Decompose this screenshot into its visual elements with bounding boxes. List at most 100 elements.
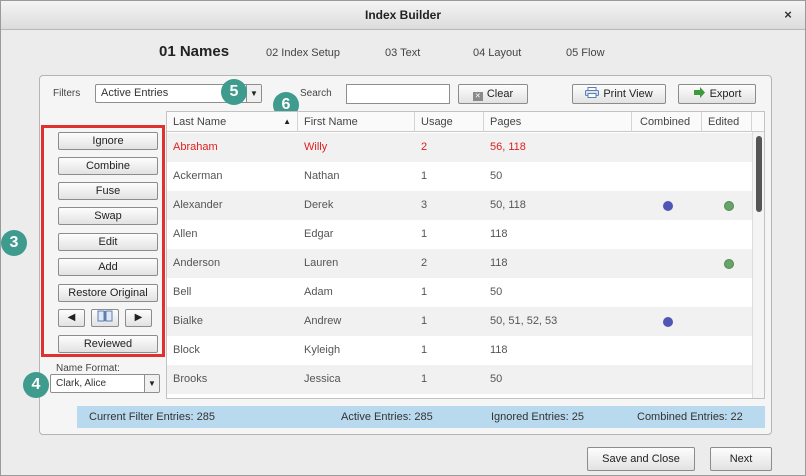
table-row[interactable]: Abraham Willy 2 56, 118 xyxy=(167,133,764,162)
callout-5: 5 xyxy=(221,79,247,105)
clear-button[interactable]: ✕ Clear xyxy=(458,84,528,104)
edited-indicator-icon xyxy=(724,259,734,269)
index-builder-window: Index Builder × 01 Names 02 Index Setup … xyxy=(0,0,806,476)
edited-indicator-icon xyxy=(724,201,734,211)
cell-usage: 1 xyxy=(421,344,428,356)
cell-first-name: Adam xyxy=(304,286,333,298)
arrow-right-icon: ▶ xyxy=(134,312,143,323)
print-view-button[interactable]: Print View xyxy=(572,84,666,104)
window-title: Index Builder xyxy=(364,8,441,22)
column-usage[interactable]: Usage xyxy=(415,112,484,132)
column-edited[interactable]: Edited xyxy=(702,112,752,132)
names-table: Last Name ▲ First Name Usage Pages Combi… xyxy=(166,111,765,399)
export-button[interactable]: Export xyxy=(678,84,756,104)
table-scrollbar[interactable] xyxy=(752,132,764,398)
cell-pages: 118 xyxy=(490,344,508,356)
book-button[interactable] xyxy=(91,309,119,327)
table-row[interactable]: Bell Adam 1 50 xyxy=(167,278,764,307)
current-filter-count: Current Filter Entries: 285 xyxy=(89,411,215,423)
cell-last-name: Ackerman xyxy=(173,170,223,182)
tab-index-setup[interactable]: 02 Index Setup xyxy=(266,43,340,63)
next-button[interactable]: Next xyxy=(710,447,772,471)
cell-pages: 50, 118 xyxy=(490,199,526,211)
table-row[interactable]: Brooks Jessica 1 50 xyxy=(167,365,764,394)
scrollbar-thumb[interactable] xyxy=(756,136,762,212)
sidebar-action-group: Ignore Combine Fuse Swap Edit Add Restor… xyxy=(41,125,165,357)
cell-last-name: Allen xyxy=(173,228,198,240)
ignore-button[interactable]: Ignore xyxy=(58,132,158,150)
column-first-name[interactable]: First Name xyxy=(298,112,415,132)
tab-flow[interactable]: 05 Flow xyxy=(566,43,605,63)
table-row[interactable]: Bialke Andrew 1 50, 51, 52, 53 xyxy=(167,307,764,336)
cell-usage: 1 xyxy=(421,228,428,240)
status-bar: Current Filter Entries: 285 Active Entri… xyxy=(77,406,765,428)
tab-text[interactable]: 03 Text xyxy=(385,43,420,63)
callout-3: 3 xyxy=(1,230,27,256)
edit-button[interactable]: Edit xyxy=(58,233,158,251)
cell-first-name: Willy xyxy=(304,141,328,153)
search-input[interactable] xyxy=(346,84,450,104)
cell-pages: 56, 118 xyxy=(490,141,526,153)
name-format-dropdown[interactable]: Clark, Alice ▼ xyxy=(50,374,160,393)
cell-pages: 50 xyxy=(490,373,503,385)
cell-usage: 3 xyxy=(421,199,428,211)
cell-pages: 50, 51, 52, 53 xyxy=(490,315,558,327)
search-label: Search xyxy=(300,88,332,99)
cell-first-name: Edgar xyxy=(304,228,334,240)
export-label: Export xyxy=(709,88,742,100)
restore-original-button[interactable]: Restore Original xyxy=(58,284,158,302)
sort-ascending-icon: ▲ xyxy=(283,117,291,126)
cell-pages: 118 xyxy=(490,257,508,269)
cell-pages: 118 xyxy=(490,228,508,240)
table-row[interactable]: Alexander Derek 3 50, 118 xyxy=(167,191,764,220)
combined-indicator-icon xyxy=(663,317,673,327)
cell-usage: 1 xyxy=(421,315,428,327)
cell-usage: 2 xyxy=(421,257,428,269)
cell-last-name: Block xyxy=(173,344,200,356)
export-arrow-icon xyxy=(693,87,705,98)
reviewed-button[interactable]: Reviewed xyxy=(58,335,158,353)
swap-button[interactable]: Swap xyxy=(58,207,158,225)
prev-button[interactable]: ◀ xyxy=(58,309,85,327)
table-row[interactable]: Anderson Lauren 2 118 xyxy=(167,249,764,278)
cell-first-name: Jessica xyxy=(304,373,341,385)
cell-last-name: Anderson xyxy=(173,257,221,269)
filters-selected: Active Entries xyxy=(101,87,169,99)
next-entry-button[interactable]: ▶ xyxy=(125,309,152,327)
cell-first-name: Nathan xyxy=(304,170,340,182)
table-header: Last Name ▲ First Name Usage Pages Combi… xyxy=(167,112,764,132)
ignored-entries-count: Ignored Entries: 25 xyxy=(491,411,584,423)
cell-last-name: Brooks xyxy=(173,373,208,385)
name-format-label: Name Format: xyxy=(56,363,120,374)
column-combined[interactable]: Combined xyxy=(632,112,702,132)
table-row[interactable]: Ackerman Nathan 1 50 xyxy=(167,162,764,191)
clear-icon: ✕ xyxy=(472,92,483,101)
column-last-name-label: Last Name xyxy=(173,116,227,128)
filters-label: Filters xyxy=(53,88,81,99)
fuse-button[interactable]: Fuse xyxy=(58,182,158,200)
cell-usage: 1 xyxy=(421,286,428,298)
table-row[interactable]: Block Kyleigh 1 118 xyxy=(167,336,764,365)
cell-pages: 50 xyxy=(490,286,503,298)
cell-last-name: Bell xyxy=(173,286,192,298)
close-icon[interactable]: × xyxy=(779,6,797,24)
print-view-label: Print View xyxy=(603,88,653,100)
save-and-close-button[interactable]: Save and Close xyxy=(587,447,695,471)
tab-layout[interactable]: 04 Layout xyxy=(473,43,521,63)
cell-first-name: Kyleigh xyxy=(304,344,341,356)
title-bar: Index Builder × xyxy=(1,1,805,30)
add-button[interactable]: Add xyxy=(58,258,158,276)
cell-first-name: Derek xyxy=(304,199,334,211)
tab-names[interactable]: 01 Names xyxy=(159,42,229,62)
table-row[interactable]: Allen Edgar 1 118 xyxy=(167,220,764,249)
cell-first-name: Andrew xyxy=(304,315,342,327)
combine-button[interactable]: Combine xyxy=(58,157,158,175)
column-pages[interactable]: Pages xyxy=(484,112,632,132)
callout-4: 4 xyxy=(23,372,49,398)
cell-first-name: Lauren xyxy=(304,257,339,269)
cell-usage: 2 xyxy=(421,141,428,153)
active-entries-count: Active Entries: 285 xyxy=(341,411,433,423)
cell-last-name: Alexander xyxy=(173,199,223,211)
column-last-name[interactable]: Last Name ▲ xyxy=(167,112,298,132)
chevron-down-icon: ▼ xyxy=(246,85,261,102)
